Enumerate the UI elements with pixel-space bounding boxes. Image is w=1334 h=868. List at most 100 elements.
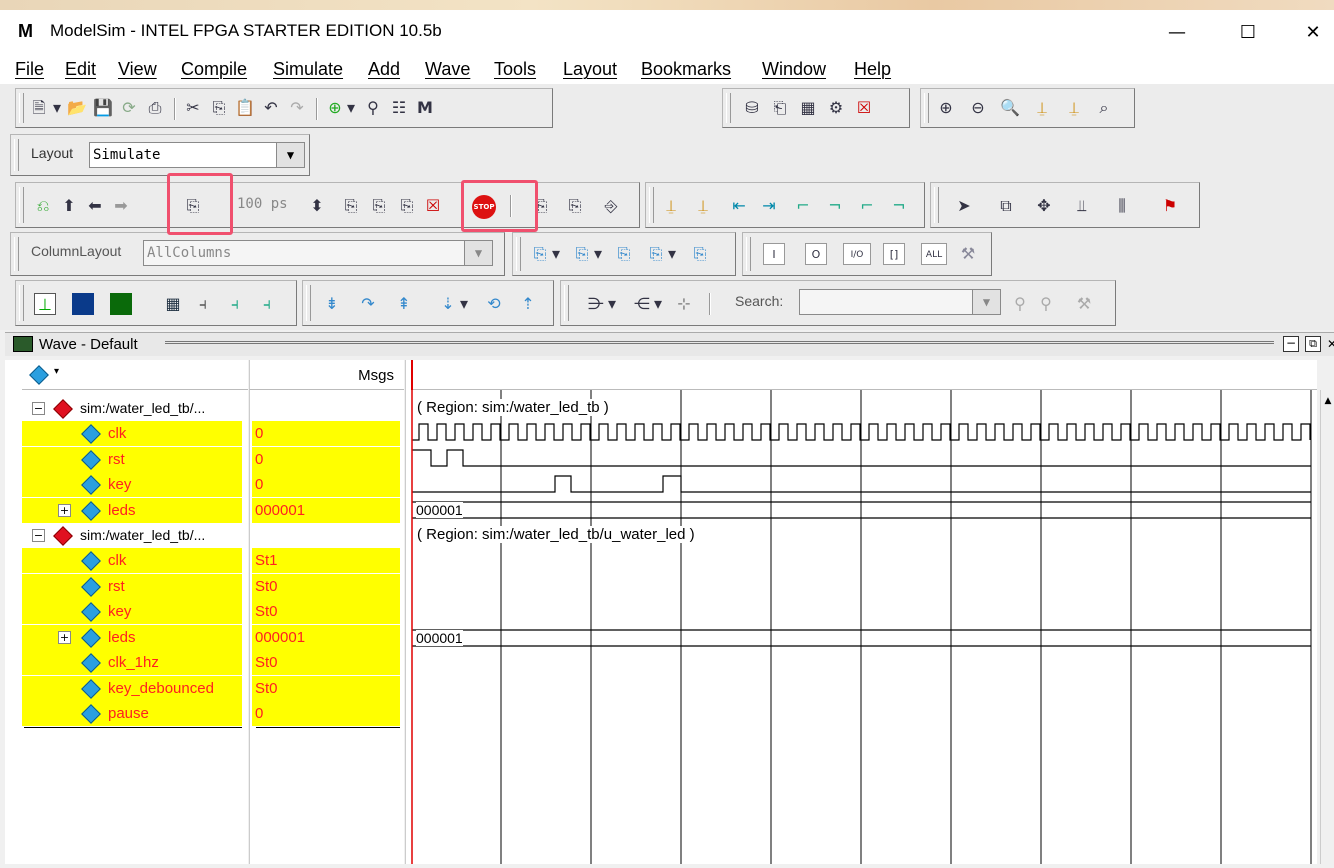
compile-selected-icon[interactable]: ▦ bbox=[797, 97, 819, 119]
compile-all-icon[interactable]: ⎗ bbox=[769, 97, 791, 119]
open-folder-icon[interactable]: 📂 bbox=[66, 97, 88, 119]
signal-row-rst[interactable]: rst bbox=[22, 574, 242, 599]
add-dropdown-icon[interactable]: ▾ bbox=[346, 97, 356, 119]
redo-icon[interactable]: ↷ bbox=[286, 97, 308, 119]
menu-add[interactable]: Add bbox=[368, 59, 400, 80]
expand-delta-icon[interactable]: ⫞ bbox=[224, 293, 246, 315]
filter-inout-icon[interactable]: I/O bbox=[843, 243, 871, 265]
edit-mode-icon[interactable]: ⫫ bbox=[1071, 195, 1093, 217]
menu-compile[interactable]: Compile bbox=[181, 59, 247, 80]
cut-icon[interactable]: ✂ bbox=[182, 97, 204, 119]
structure-icon[interactable]: ☷ bbox=[388, 97, 410, 119]
filter-settings-icon[interactable]: ⚒ bbox=[957, 243, 979, 265]
filter-internal-icon[interactable]: [] bbox=[883, 243, 905, 265]
find-icon[interactable]: ⚲ bbox=[1009, 293, 1031, 315]
menu-edit[interactable]: Edit bbox=[65, 59, 96, 80]
break-run-icon[interactable]: ☒ bbox=[422, 195, 444, 217]
find-next-transition-icon[interactable]: ¬ bbox=[888, 195, 910, 217]
restart-icon[interactable]: ⎌ bbox=[32, 195, 54, 217]
trace-output-dropdown-icon[interactable]: ▾ bbox=[593, 243, 603, 265]
signal-row-key-debounced[interactable]: key_debounced bbox=[22, 676, 242, 701]
signal-row-clk[interactable]: clk bbox=[22, 548, 242, 573]
logic-format-icon[interactable] bbox=[72, 293, 94, 315]
chevron-down-icon[interactable]: ▼ bbox=[276, 143, 304, 167]
signal-row-key[interactable]: key bbox=[22, 472, 242, 497]
find-falling-icon[interactable]: ⌐ bbox=[792, 195, 814, 217]
close-button[interactable]: ✕ bbox=[1290, 18, 1334, 48]
scroll-up-icon[interactable]: ▲ bbox=[1322, 396, 1334, 408]
event-format-icon[interactable] bbox=[110, 293, 132, 315]
signal-row-key[interactable]: key bbox=[22, 599, 242, 624]
expand-net-icon[interactable]: ⎘ bbox=[645, 243, 667, 265]
run-length-input[interactable]: 100 ps bbox=[234, 192, 312, 218]
search-prev-dropdown-icon[interactable]: ▾ bbox=[607, 293, 617, 315]
modelsim-icon[interactable]: M bbox=[414, 97, 436, 119]
save-icon[interactable]: 💾 bbox=[92, 97, 114, 119]
run-icon[interactable]: ⎘ bbox=[340, 195, 362, 217]
close-pane-icon[interactable]: ✕ bbox=[1327, 336, 1334, 352]
waveform-compare-icon[interactable]: ⫼ bbox=[1111, 195, 1133, 217]
filter-input-icon[interactable]: I bbox=[763, 243, 785, 265]
find-next-icon[interactable]: ⚲ bbox=[1035, 293, 1057, 315]
signal-row-rst[interactable]: rst bbox=[22, 447, 242, 472]
break-icon[interactable]: ☒ bbox=[853, 97, 875, 119]
layout-select[interactable]: Simulate ▼ bbox=[89, 142, 305, 168]
new-file-icon[interactable]: 🗎 bbox=[28, 97, 50, 119]
menu-window[interactable]: Window bbox=[762, 59, 826, 80]
signal-type-icon[interactable] bbox=[29, 365, 49, 385]
search-next-dropdown-icon[interactable]: ▾ bbox=[653, 293, 663, 315]
vertical-scrollbar[interactable]: ▲ bbox=[1320, 390, 1334, 864]
collapse-icon[interactable]: − bbox=[32, 529, 45, 542]
move-down-icon[interactable]: ⇣ bbox=[437, 293, 459, 315]
run-all-icon[interactable]: ⎘ bbox=[396, 195, 418, 217]
signal-row-clk-1hz[interactable]: clk_1hz bbox=[22, 650, 242, 675]
menu-simulate[interactable]: Simulate bbox=[273, 59, 343, 80]
find-prev-transition-icon[interactable]: ⌐ bbox=[856, 195, 878, 217]
step-out-icon[interactable]: ⎆ bbox=[600, 195, 622, 217]
zoom-full-icon[interactable]: 🔍 bbox=[999, 97, 1021, 119]
traffic-light-icon[interactable]: ⚑ bbox=[1159, 195, 1181, 217]
next-edge-icon[interactable]: ⇥ bbox=[758, 195, 780, 217]
group-row[interactable]: − sim:/water_led_tb/... bbox=[22, 523, 248, 548]
search-options-icon[interactable]: ⊹ bbox=[673, 293, 695, 315]
group-row[interactable]: − sim:/water_led_tb/... bbox=[22, 396, 248, 421]
up-arrow-icon[interactable]: ⬆ bbox=[58, 195, 80, 217]
minimize-pane-icon[interactable]: − bbox=[1283, 336, 1299, 352]
new-dropdown-icon[interactable]: ▾ bbox=[52, 97, 62, 119]
delete-cursor-icon[interactable]: ⍊ bbox=[692, 195, 714, 217]
filter-all-icon[interactable]: ALL bbox=[921, 243, 947, 265]
zoom-range-icon[interactable]: ⍊ bbox=[1063, 97, 1085, 119]
zoom-mode-icon[interactable]: ⧉ bbox=[995, 195, 1017, 217]
trace-all-icon[interactable]: ⎘ bbox=[613, 243, 635, 265]
copy-icon[interactable]: ⎘ bbox=[208, 97, 230, 119]
menu-file[interactable]: File bbox=[15, 59, 44, 80]
chevron-down-icon[interactable]: ▾ bbox=[54, 366, 59, 377]
zoom-in-icon[interactable]: ⊕ bbox=[935, 97, 957, 119]
menu-help[interactable]: Help bbox=[854, 59, 891, 80]
reload-icon[interactable]: ⟳ bbox=[118, 97, 140, 119]
find-binoculars-icon[interactable]: ⚲ bbox=[362, 97, 384, 119]
drag-grip[interactable] bbox=[165, 341, 1274, 349]
paste-icon[interactable]: 📋 bbox=[234, 97, 256, 119]
expand-all-icon[interactable]: ⇟ bbox=[321, 293, 343, 315]
menu-view[interactable]: View bbox=[118, 59, 157, 80]
undo-icon[interactable]: ↶ bbox=[260, 97, 282, 119]
expand-net-dropdown-icon[interactable]: ▾ bbox=[667, 243, 677, 265]
trace-input-dropdown-icon[interactable]: ▾ bbox=[551, 243, 561, 265]
find-options-icon[interactable]: ⚒ bbox=[1073, 293, 1095, 315]
print-icon[interactable]: ⎙ bbox=[144, 97, 166, 119]
signal-row-pause[interactable]: pause bbox=[22, 701, 242, 726]
menu-bookmarks[interactable]: Bookmarks bbox=[641, 59, 731, 80]
waveform-canvas[interactable]: ( Region: sim:/water_led_tb ) 000001 ( R… bbox=[411, 390, 1317, 864]
search-prev-icon[interactable]: ⋺ bbox=[585, 293, 607, 315]
pan-mode-icon[interactable]: ✥ bbox=[1033, 195, 1055, 217]
minimize-button[interactable]: — bbox=[1154, 18, 1200, 48]
zoom-out-icon[interactable]: ⊖ bbox=[967, 97, 989, 119]
ungroup-icon[interactable]: ⇞ bbox=[393, 293, 415, 315]
search-next-icon[interactable]: ⋲ bbox=[631, 293, 653, 315]
simulate-icon[interactable]: ⚙ bbox=[825, 97, 847, 119]
forward-arrow-icon[interactable]: ➡ bbox=[110, 195, 132, 217]
move-down-dropdown-icon[interactable]: ▾ bbox=[459, 293, 469, 315]
trace-input-icon[interactable]: ⎘ bbox=[529, 243, 551, 265]
undock-icon[interactable]: ⧉ bbox=[1305, 336, 1321, 352]
